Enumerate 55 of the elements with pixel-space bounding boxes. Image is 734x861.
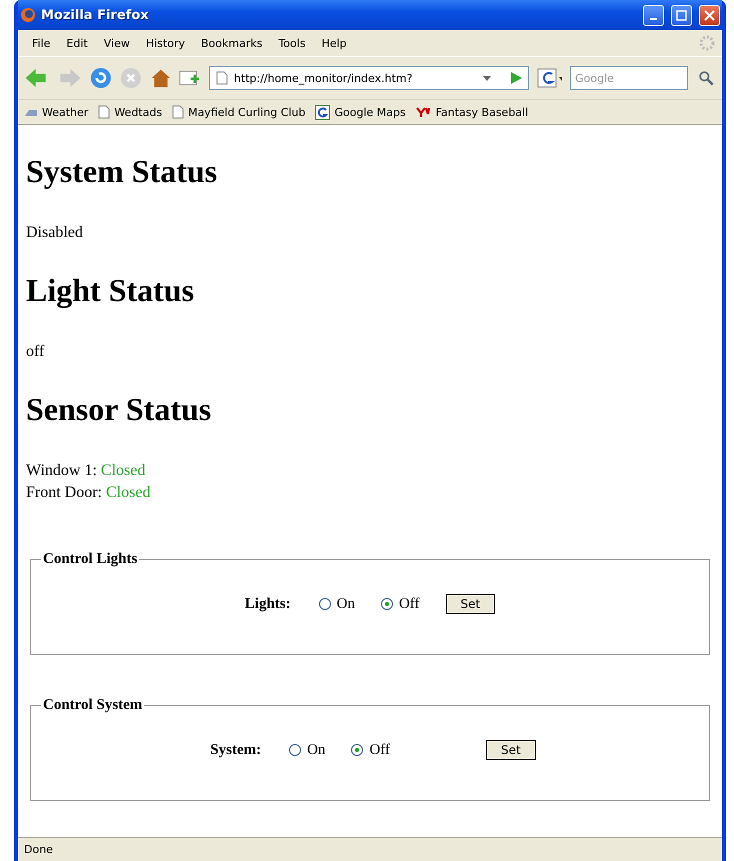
radio-button[interactable] <box>380 598 393 610</box>
reload-icon[interactable] <box>90 65 112 91</box>
window-title: Mozilla Firefox <box>41 8 150 22</box>
radio-label: On <box>336 596 355 612</box>
yahoo-icon <box>416 106 432 118</box>
bookmark-link[interactable]: Mayfield Curling Club <box>172 105 306 119</box>
bookmark-link[interactable]: Fantasy Baseball <box>416 106 528 118</box>
menu-item[interactable]: View <box>96 36 138 50</box>
maximize-icon <box>676 10 687 20</box>
throbber-icon <box>698 34 716 52</box>
status-label: Window 1: <box>26 462 97 479</box>
control-label: System: <box>210 742 262 758</box>
cloud-icon <box>24 107 38 117</box>
bookmark-link[interactable]: Google Maps <box>315 104 406 120</box>
google-icon[interactable] <box>537 67 562 89</box>
set-button[interactable]: Set <box>486 740 536 760</box>
status-value: Closed <box>106 484 150 501</box>
minimize-icon <box>650 18 657 20</box>
close-button[interactable] <box>699 4 720 26</box>
maximize-button[interactable] <box>671 4 692 26</box>
section-heading: System Status <box>26 153 218 190</box>
address-field[interactable]: http://home_monitor/index.htm? <box>208 66 530 90</box>
set-button[interactable]: Set <box>446 594 496 614</box>
radio-button[interactable] <box>318 598 331 610</box>
menu-item[interactable]: Help <box>314 36 355 50</box>
status-label: Front Door: <box>26 484 102 501</box>
bookmark-link[interactable]: Wedtads <box>98 105 162 119</box>
page-icon <box>216 71 228 85</box>
close-icon <box>704 10 715 20</box>
menu-item[interactable]: File <box>24 36 58 50</box>
address-text: http://home_monitor/index.htm? <box>234 72 414 84</box>
status-label: off <box>26 343 44 360</box>
section-heading: Light Status <box>26 272 196 309</box>
status-value: Closed <box>100 462 146 479</box>
status-label: Disabled <box>26 224 83 241</box>
control-label: Lights: <box>244 596 291 612</box>
status-text: Done <box>24 843 53 856</box>
group-legend: Control Lights <box>41 551 140 568</box>
browser-logo-icon <box>20 7 36 23</box>
section-heading: Sensor Status <box>26 391 212 428</box>
menu-item[interactable]: History <box>138 36 193 50</box>
group-legend: Control System <box>41 697 144 714</box>
radio-label: Off <box>398 596 420 612</box>
menu-item[interactable]: Bookmarks <box>192 36 270 50</box>
radio-button[interactable] <box>351 744 364 756</box>
menu-item[interactable]: Edit <box>58 36 96 50</box>
page-icon <box>98 105 110 119</box>
radio-label: Off <box>369 742 390 758</box>
radio-label: On <box>307 742 326 758</box>
radio-button[interactable] <box>289 744 302 756</box>
bookmark-link[interactable]: Weather <box>24 106 88 118</box>
google-icon <box>315 104 330 120</box>
menu-item[interactable]: Tools <box>270 36 314 50</box>
page-icon <box>172 105 184 119</box>
minimize-button[interactable] <box>643 4 664 26</box>
